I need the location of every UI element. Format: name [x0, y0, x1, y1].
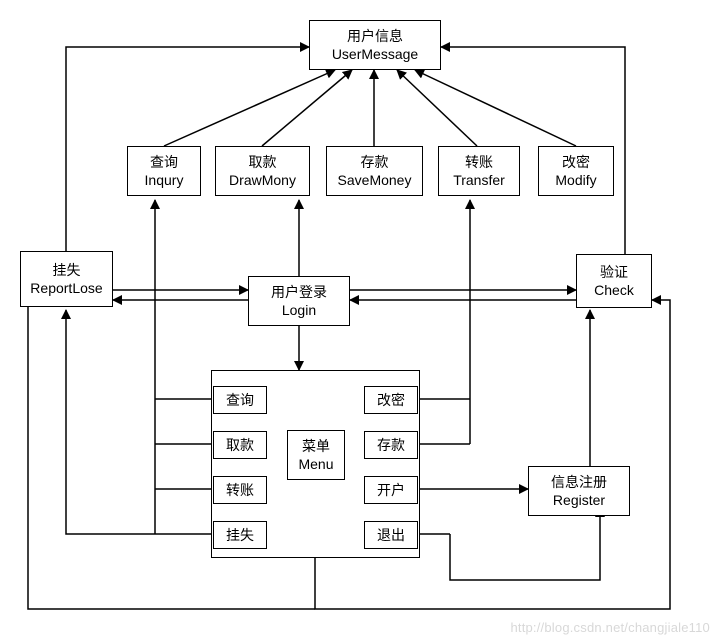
box-login: 用户登录 Login	[248, 276, 350, 326]
label: 挂失	[27, 261, 106, 279]
box-report-lose: 挂失 ReportLose	[20, 251, 113, 307]
menu-item-deposit: 存款	[364, 431, 418, 459]
label: 存款	[377, 435, 405, 455]
label: ReportLose	[27, 279, 106, 297]
label: Menu	[288, 455, 344, 473]
box-inquiry: 查询 Inqury	[127, 146, 201, 196]
menu-item-modify: 改密	[364, 386, 418, 414]
label: 取款	[222, 153, 303, 171]
label: 挂失	[226, 525, 254, 545]
box-modify: 改密 Modify	[538, 146, 614, 196]
menu-item-transfer: 转账	[213, 476, 267, 504]
label: 用户登录	[255, 283, 343, 301]
box-register: 信息注册 Register	[528, 466, 630, 516]
menu-item-openacct: 开户	[364, 476, 418, 504]
box-user-message: 用户信息 UserMessage	[309, 20, 441, 70]
label: Modify	[545, 171, 607, 189]
label: 查询	[226, 390, 254, 410]
label: 退出	[377, 525, 405, 545]
box-check: 验证 Check	[576, 254, 652, 308]
label: DrawMony	[222, 171, 303, 189]
label: Check	[583, 281, 645, 299]
watermark: http://blog.csdn.net/changjiale110	[510, 620, 710, 635]
menu-item-withdraw: 取款	[213, 431, 267, 459]
box-drawmoney: 取款 DrawMony	[215, 146, 310, 196]
menu-item-query: 查询	[213, 386, 267, 414]
label: 改密	[545, 153, 607, 171]
label: SaveMoney	[333, 171, 416, 189]
label: 查询	[134, 153, 194, 171]
box-savemoney: 存款 SaveMoney	[326, 146, 423, 196]
label: UserMessage	[316, 45, 434, 63]
label: 转账	[445, 153, 513, 171]
box-menu-center: 菜单 Menu	[287, 430, 345, 480]
label: Register	[535, 491, 623, 509]
label: 信息注册	[535, 473, 623, 491]
label: 转账	[226, 480, 254, 500]
box-transfer: 转账 Transfer	[438, 146, 520, 196]
label: 存款	[333, 153, 416, 171]
menu-item-reportlose: 挂失	[213, 521, 267, 549]
label: 取款	[226, 435, 254, 455]
label: Transfer	[445, 171, 513, 189]
label: 开户	[377, 480, 405, 500]
label: 用户信息	[316, 27, 434, 45]
diagram-canvas: 用户信息 UserMessage 查询 Inqury 取款 DrawMony 存…	[0, 0, 720, 641]
label: 菜单	[288, 437, 344, 455]
label: 验证	[583, 263, 645, 281]
menu-item-exit: 退出	[364, 521, 418, 549]
label: Login	[255, 301, 343, 319]
label: 改密	[377, 390, 405, 410]
label: Inqury	[134, 171, 194, 189]
